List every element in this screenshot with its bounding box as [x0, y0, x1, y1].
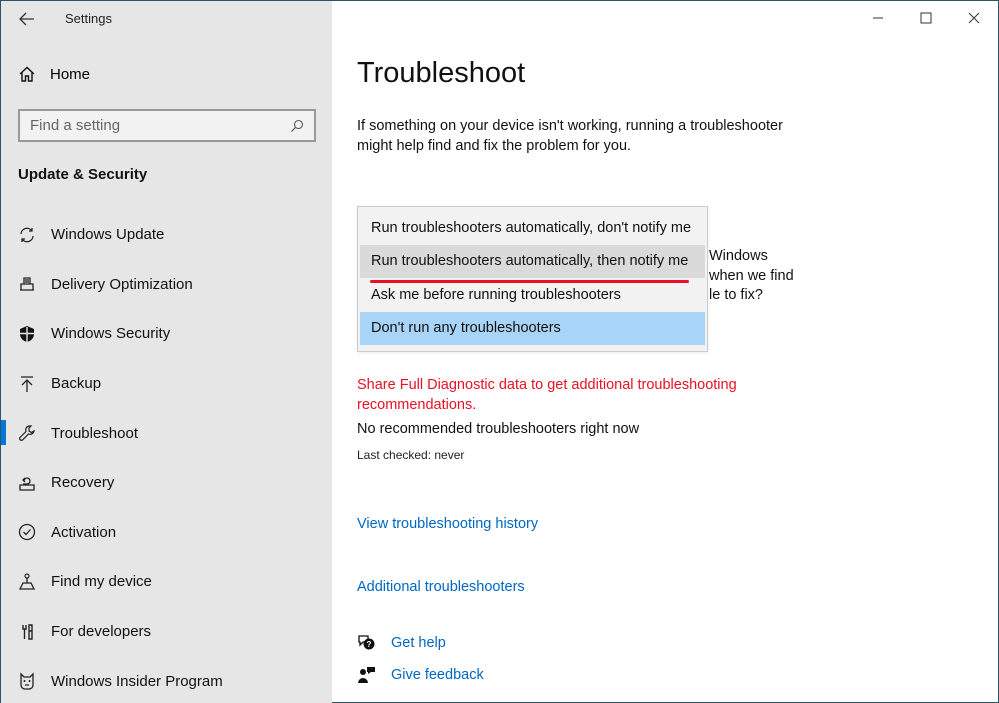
option-label: Ask me before running troubleshooters [371, 286, 621, 303]
backup-arrow-icon [17, 374, 37, 394]
last-checked-text: Last checked: never [357, 448, 465, 462]
insider-cat-icon [17, 671, 37, 691]
no-recommendations-text: No recommended troubleshooters right now [357, 421, 640, 437]
search-input[interactable] [30, 117, 290, 134]
sidebar-item-delivery-optimization[interactable]: Delivery Optimization [1, 260, 332, 310]
developer-tools-icon [17, 622, 37, 642]
sidebar-item-windows-update[interactable]: Windows Update [1, 210, 332, 260]
sidebar-item-label: Activation [51, 523, 117, 541]
shield-icon [17, 324, 37, 344]
home-icon [19, 66, 35, 82]
page-title: Troubleshoot [357, 57, 526, 89]
get-help-link[interactable]: Get help [391, 635, 446, 651]
sidebar-item-activation[interactable]: Activation [1, 508, 332, 558]
diagnostic-data-warning-link[interactable]: Share Full Diagnostic data to get additi… [357, 376, 777, 415]
obscured-setting-description: Windows when we find le to fix? [709, 247, 799, 306]
get-help-icon: ? [357, 633, 377, 653]
sidebar: Settings Home Update & Security Windows … [1, 1, 332, 703]
dropdown-option-dont-run[interactable]: Don't run any troubleshooters [360, 311, 705, 345]
sidebar-item-label: Find my device [51, 573, 152, 591]
get-help-row[interactable]: ? Get help [357, 633, 446, 653]
sidebar-item-backup[interactable]: Backup [1, 359, 332, 409]
obscured-line: when we find [709, 267, 794, 284]
back-button[interactable] [15, 7, 39, 31]
back-arrow-icon [19, 12, 34, 26]
sidebar-item-label: Recovery [51, 474, 115, 492]
sidebar-item-find-my-device[interactable]: Find my device [1, 557, 332, 607]
sidebar-item-label: Windows Insider Program [51, 672, 223, 690]
sidebar-item-windows-security[interactable]: Windows Security [1, 309, 332, 359]
section-title: Update & Security [18, 166, 148, 183]
feedback-icon [357, 665, 377, 685]
app-title: Settings [65, 11, 112, 26]
search-box[interactable] [18, 109, 316, 142]
sidebar-item-for-developers[interactable]: For developers [1, 607, 332, 657]
sidebar-item-recovery[interactable]: Recovery [1, 458, 332, 508]
view-history-link[interactable]: View troubleshooting history [357, 516, 538, 532]
intro-text: If something on your device isn't workin… [357, 118, 783, 154]
main-content: Troubleshoot If something on your device… [357, 1, 998, 703]
obscured-line: le to fix? [709, 287, 763, 303]
dropdown-option-auto-silent[interactable]: Run troubleshooters automatically, don't… [360, 211, 705, 245]
sidebar-item-troubleshoot[interactable]: Troubleshoot [1, 408, 332, 458]
sync-icon [17, 225, 37, 245]
dropdown-option-auto-notify[interactable]: Run troubleshooters automatically, then … [360, 244, 705, 283]
home-nav-item[interactable]: Home [18, 65, 90, 83]
troubleshooter-preference-dropdown[interactable]: Run troubleshooters automatically, don't… [357, 206, 708, 352]
home-label: Home [50, 65, 91, 83]
sidebar-item-label: Troubleshoot [51, 424, 138, 442]
dropdown-option-ask-first[interactable]: Ask me before running troubleshooters [360, 278, 705, 312]
check-circle-icon [17, 522, 37, 542]
option-label: Run troubleshooters automatically, then … [371, 253, 689, 270]
sidebar-item-label: Windows Security [51, 325, 171, 343]
delivery-optimization-icon [17, 274, 37, 294]
find-device-icon [17, 572, 37, 592]
additional-troubleshooters-link[interactable]: Additional troubleshooters [357, 579, 525, 595]
svg-text:?: ? [367, 640, 372, 649]
sidebar-item-label: Delivery Optimization [51, 275, 193, 293]
search-icon[interactable] [290, 119, 304, 133]
give-feedback-row[interactable]: Give feedback [357, 665, 484, 685]
give-feedback-link[interactable]: Give feedback [391, 667, 484, 683]
sidebar-item-label: Backup [51, 375, 102, 393]
obscured-line: Windows [709, 248, 768, 264]
option-label: Run troubleshooters automatically, don't… [371, 219, 692, 236]
sidebar-item-label: Windows Update [51, 226, 165, 244]
sidebar-nav: Windows Update Delivery Optimization Win… [1, 210, 332, 703]
recovery-icon [17, 473, 37, 493]
sidebar-item-label: For developers [51, 623, 152, 641]
option-label: Don't run any troubleshooters [371, 320, 561, 337]
sidebar-item-windows-insider[interactable]: Windows Insider Program [1, 656, 332, 703]
wrench-icon [17, 423, 37, 443]
